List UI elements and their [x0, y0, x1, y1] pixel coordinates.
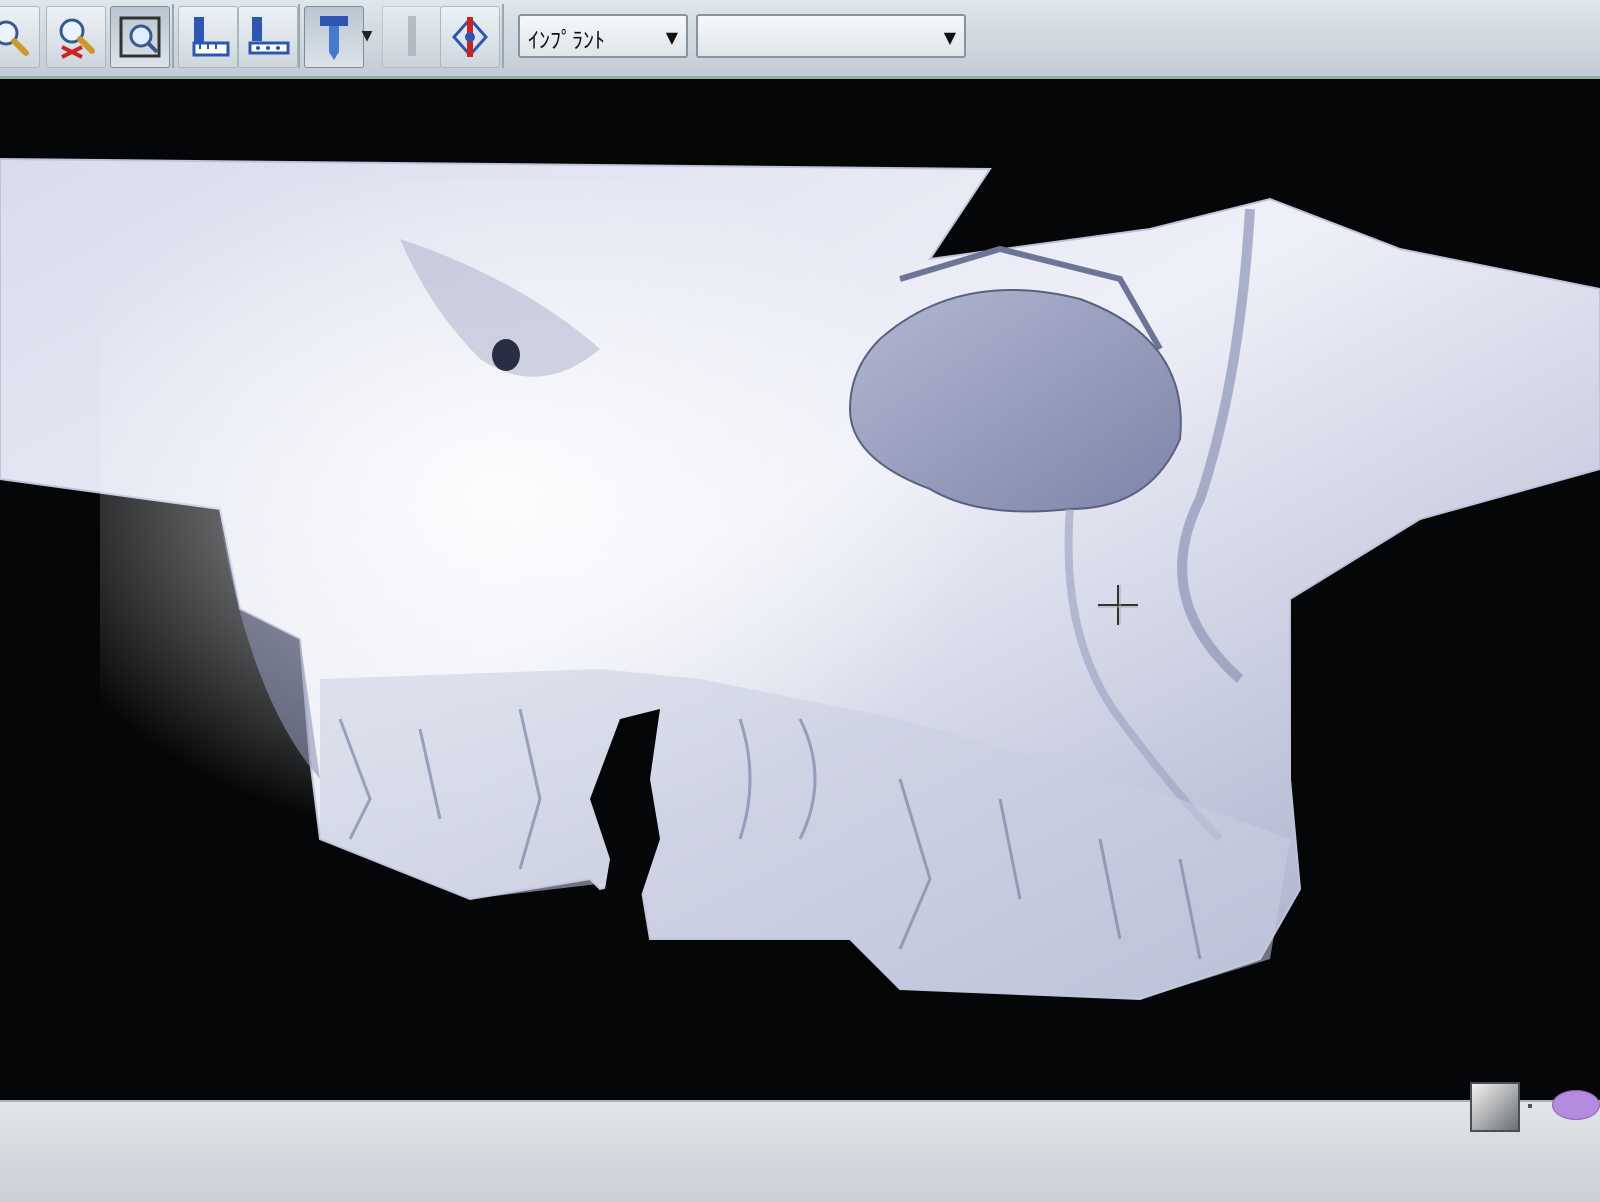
implant-model-select[interactable]: ▼ [696, 14, 966, 58]
status-bar [0, 1100, 1600, 1202]
skull-thumbnail-icon[interactable] [1470, 1082, 1520, 1132]
chevron-down-icon: ▼ [943, 28, 956, 47]
zoom-reset-button[interactable] [46, 6, 106, 68]
crosshair-cursor-icon [1098, 585, 1138, 625]
maxilla-3d-render[interactable] [0, 79, 1600, 1100]
measure-angle-button[interactable] [238, 6, 298, 68]
zoom-button[interactable] [0, 6, 40, 68]
axis-tool-button[interactable] [440, 6, 500, 68]
implant-tool-icon [320, 16, 348, 60]
separator-dot [1528, 1104, 1532, 1108]
implant-tool-button[interactable] [304, 6, 364, 68]
disabled-tool-button [382, 6, 442, 68]
axis-tool-icon [451, 16, 489, 58]
measure-length-button[interactable] [178, 6, 238, 68]
implant-type-select[interactable]: ｲﾝﾌﾟﾗﾝﾄ ▼ [518, 14, 688, 58]
measure-length-icon [192, 17, 230, 57]
fit-view-icon [119, 16, 161, 58]
measure-angle-icon [248, 17, 290, 55]
3d-viewport[interactable] [0, 79, 1600, 1100]
zoom-reset-icon [59, 18, 95, 59]
fit-view-button[interactable] [110, 6, 170, 68]
color-swatch[interactable] [1552, 1090, 1600, 1120]
foramen [492, 339, 520, 371]
toolbar: ▼ ｲﾝﾌﾟﾗﾝﾄ ▼ ▼ [0, 0, 1600, 79]
zoom-in-icon [0, 20, 29, 56]
toolbar-separator [298, 4, 300, 68]
toolbar-separator [172, 4, 174, 68]
chevron-down-icon: ▼ [361, 28, 373, 44]
implant-type-value: ｲﾝﾌﾟﾗﾝﾄ [528, 29, 606, 54]
chevron-down-icon: ▼ [665, 28, 678, 47]
implant-tool-dropdown[interactable]: ▼ [356, 6, 378, 66]
disabled-tool-icon [408, 16, 416, 56]
toolbar-separator [502, 4, 504, 68]
